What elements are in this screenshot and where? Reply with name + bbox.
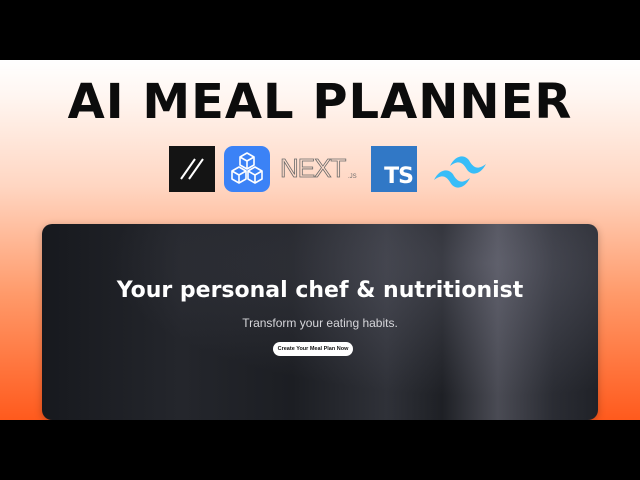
tailwind-logo-icon [430, 152, 506, 188]
nextjs-logo-suffix: .JS [348, 174, 357, 180]
letterbox-top [0, 0, 640, 60]
nextjs-logo-text: NEXT [280, 153, 346, 183]
thumbnail: AI MEAL PLANNER NEXT .JS TS Your persona… [0, 60, 640, 420]
headline: AI MEAL PLANNER [67, 74, 573, 130]
create-meal-plan-button[interactable]: Create Your Meal Plan Now [273, 342, 353, 356]
hero-title: Your personal chef & nutritionist [116, 278, 524, 303]
typescript-logo-icon: TS [371, 146, 417, 192]
cube-cluster-logo-icon [224, 146, 270, 192]
hero-panel: Your personal chef & nutritionist Transf… [42, 224, 598, 420]
slash-logo-icon [169, 146, 215, 192]
tech-logos: NEXT .JS TS [0, 146, 640, 194]
hero-subtitle: Transform your eating habits. [242, 316, 398, 330]
typescript-logo-text: TS [384, 164, 414, 189]
nextjs-logo-icon: NEXT .JS [280, 152, 360, 186]
letterbox-bottom [0, 420, 640, 480]
